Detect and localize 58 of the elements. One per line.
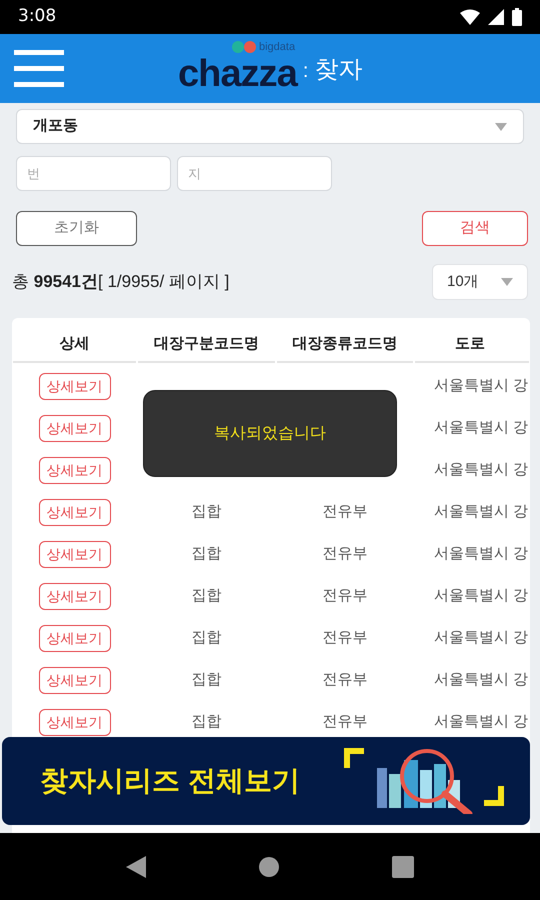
- dong-select[interactable]: 개포동: [16, 109, 524, 144]
- logo-tagline: bigdata: [259, 42, 296, 52]
- detail-button[interactable]: 상세보기: [38, 456, 110, 484]
- ji-field[interactable]: 지: [177, 156, 332, 191]
- detail-button[interactable]: 상세보기: [38, 666, 110, 694]
- recents-icon[interactable]: [392, 856, 414, 878]
- result-summary: 총 99541건[ 1/9955/ 페이지 ]: [12, 271, 230, 294]
- table-cell-text: 집합: [192, 670, 222, 690]
- promo-banner[interactable]: 찾자시리즈 전체보기: [2, 737, 530, 825]
- table-cell-text: 전유부: [322, 628, 368, 648]
- table-cell: 서울특별시 강: [434, 461, 528, 478]
- wifi-icon: [460, 9, 480, 25]
- column-header: 대장종류코드명: [277, 323, 413, 363]
- clock: 3:08: [18, 5, 56, 28]
- column-header: 대장구분코드명: [138, 323, 275, 363]
- search-button[interactable]: 검색: [422, 211, 528, 246]
- caret-icon: [495, 122, 507, 130]
- menu-icon[interactable]: [14, 50, 64, 88]
- table-cell: 서울특별시 강: [434, 713, 528, 730]
- table-cell-text: 전유부: [322, 544, 368, 564]
- table-cell: 서울특별시 강: [434, 419, 528, 436]
- app-logo: chazza: [178, 54, 297, 94]
- table-cell: 서울특별시 강: [434, 377, 528, 394]
- reset-button[interactable]: 초기화: [16, 211, 137, 246]
- detail-button[interactable]: 상세보기: [38, 540, 110, 568]
- bun-field[interactable]: 번: [16, 156, 171, 191]
- page-size-select[interactable]: 10개: [432, 264, 528, 300]
- table-cell-text: 전유부: [322, 670, 368, 690]
- table-cell-text: 전유부: [322, 712, 368, 732]
- table-cell: 서울특별시 강: [434, 629, 528, 646]
- toast-message: 복사되었습니다: [143, 390, 397, 477]
- table-cell-text: 집합: [192, 502, 222, 522]
- caret-icon: [501, 278, 513, 286]
- table-cell: 서울특별시 강: [434, 587, 528, 604]
- signal-icon: [488, 9, 504, 25]
- column-header: 상세: [13, 323, 136, 363]
- detail-button[interactable]: 상세보기: [38, 498, 110, 526]
- table-cell-text: 집합: [192, 628, 222, 648]
- table-cell: 서울특별시 강: [434, 503, 528, 520]
- table-cell: 서울특별시 강: [434, 545, 528, 562]
- column-header: 도로: [415, 323, 529, 363]
- back-icon[interactable]: [126, 856, 146, 878]
- table-cell-text: 집합: [192, 544, 222, 564]
- detail-button[interactable]: 상세보기: [38, 708, 110, 736]
- battery-icon: [512, 8, 522, 26]
- table-cell: 서울특별시 강: [434, 671, 528, 688]
- app-title: 찾자: [314, 55, 362, 85]
- home-icon[interactable]: [258, 856, 279, 876]
- detail-button[interactable]: 상세보기: [38, 414, 110, 442]
- logo-separator: :: [302, 59, 308, 84]
- detail-button[interactable]: 상세보기: [38, 624, 110, 652]
- table-cell-text: 집합: [192, 712, 222, 732]
- table-cell-text: 전유부: [322, 586, 368, 606]
- detail-button[interactable]: 상세보기: [38, 372, 110, 400]
- table-cell-text: 전유부: [322, 502, 368, 522]
- detail-button[interactable]: 상세보기: [38, 582, 110, 610]
- logo-dots-icon: [232, 41, 256, 53]
- table-cell-text: 집합: [192, 586, 222, 606]
